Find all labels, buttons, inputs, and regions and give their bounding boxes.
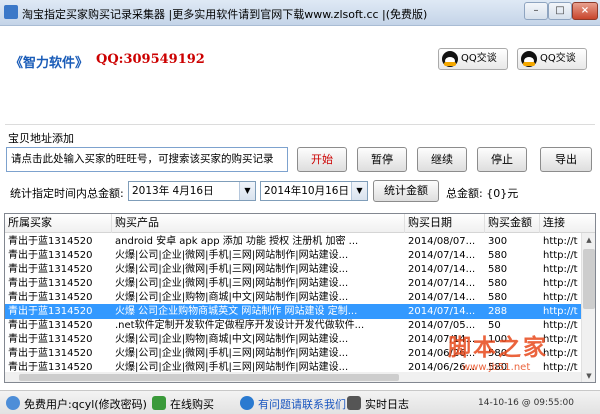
table-cell: 青出于蓝1314520	[8, 250, 93, 261]
realtime-log-link[interactable]: 实时日志	[365, 396, 409, 412]
table-cell: 火爆|公司|企业|购物|商城|中文|网站制作|网站建设...	[115, 334, 349, 345]
buyer-id-input[interactable]: 请点击此处输入买家的旺旺号，可搜索该买家的购买记录	[6, 147, 288, 172]
status-user[interactable]: 免费用户:qcyl(修改密码)	[24, 396, 147, 412]
table-cell: http://t	[543, 250, 578, 261]
start-button[interactable]: 开始	[297, 147, 347, 172]
date-from-picker[interactable]: 2013年 4月16日 ▼	[128, 181, 256, 201]
table-cell: http://t	[543, 292, 578, 303]
minimize-button[interactable]: –	[524, 2, 548, 20]
table-cell: http://t	[543, 236, 578, 247]
total-amount: 总金额: {0}元	[446, 187, 519, 200]
table-cell: 2014/07/14...	[408, 306, 476, 317]
contact-link[interactable]: 有问题请联系我们	[258, 396, 346, 412]
help-icon	[240, 396, 254, 410]
table-row[interactable]: 青出于蓝1314520 火爆 公司企业购物商城英文 网站制作 网站建设 定制...…	[5, 304, 581, 319]
table-cell: .net软件定制开发软件定做程序开发设计开发代做软件...	[115, 320, 365, 331]
qq-chat-label-2: QQ交谈	[540, 53, 576, 64]
cart-icon	[152, 396, 166, 410]
table-cell: 火爆|公司|企业|微网|手机|三网|网站制作|网站建设...	[115, 264, 349, 275]
close-button[interactable]: ×	[572, 2, 598, 20]
table-cell: 青出于蓝1314520	[8, 334, 93, 345]
table-cell: 青出于蓝1314520	[8, 292, 93, 303]
table-cell: 580	[488, 278, 508, 289]
vertical-scrollbar[interactable]: ▲ ▼	[581, 233, 595, 382]
table-cell: 青出于蓝1314520	[8, 348, 93, 359]
table-cell: 2014/07/14...	[408, 278, 476, 289]
title-bar: 淘宝指定买家购买记录采集器 |更多实用软件请到官网下载www.zlsoft.cc…	[0, 0, 600, 26]
table-row[interactable]: 青出于蓝1314520 火爆|公司|企业|微网|手机|三网|网站制作|网站建设..…	[5, 276, 581, 291]
window-title: 淘宝指定买家购买记录采集器 |更多实用软件请到官网下载www.zlsoft.cc…	[22, 8, 428, 21]
stop-button[interactable]: 停止	[477, 147, 527, 172]
date-to-picker[interactable]: 2014年10月16日 ▼	[260, 181, 368, 201]
date-from-value: 2013年 4月16日	[132, 185, 214, 197]
scroll-up-icon[interactable]: ▲	[582, 233, 595, 247]
table-cell: 火爆|公司|企业|微网|手机|三网|网站制作|网站建设...	[115, 250, 349, 261]
chevron-down-icon[interactable]: ▼	[351, 182, 367, 200]
table-row[interactable]: 青出于蓝1314520 火爆|公司|企业|微网|手机|三网|网站制作|网站建设..…	[5, 262, 581, 277]
table-cell: http://t	[543, 264, 578, 275]
export-button[interactable]: 导出	[540, 147, 592, 172]
qq-chat-label-1: QQ交谈	[461, 53, 497, 64]
column-header-amount[interactable]: 购买金额	[485, 214, 540, 233]
column-header-buyer[interactable]: 所属买家	[5, 214, 112, 233]
buy-online-link[interactable]: 在线购买	[170, 396, 214, 412]
table-cell: 2014/08/07...	[408, 236, 476, 247]
table-cell: 2014/07/14...	[408, 250, 476, 261]
table-cell: 580	[488, 292, 508, 303]
qq-chat-button-1[interactable]: QQ交谈	[438, 48, 508, 70]
table-cell: 青出于蓝1314520	[8, 236, 93, 247]
date-to-value: 2014年10月16日	[264, 185, 349, 197]
table-cell: 火爆|公司|企业|微网|手机|三网|网站制作|网站建设...	[115, 278, 349, 289]
maximize-button[interactable]: □	[548, 2, 572, 20]
table-cell: 青出于蓝1314520	[8, 278, 93, 289]
user-icon	[6, 396, 20, 410]
calc-total-button[interactable]: 统计金额	[373, 180, 439, 202]
status-time: 14-10-16 @ 09:55:00	[478, 398, 574, 408]
range-label: 统计指定时间内总金额:	[10, 187, 124, 200]
hscroll-thumb[interactable]	[19, 374, 399, 381]
table-cell: http://t	[543, 278, 578, 289]
column-header-product[interactable]: 购买产品	[112, 214, 405, 233]
table-cell: 580	[488, 250, 508, 261]
chevron-down-icon[interactable]: ▼	[239, 182, 255, 200]
scroll-down-icon[interactable]: ▼	[582, 369, 595, 382]
log-icon	[347, 396, 361, 410]
qq-penguin-icon	[442, 51, 458, 67]
table-cell: 青出于蓝1314520	[8, 264, 93, 275]
table-cell: 580	[488, 264, 508, 275]
table-cell: http://t	[543, 306, 578, 317]
watermark-logo: 脚本之家	[448, 334, 548, 361]
table-header: 所属买家 购买产品 购买日期 购买金额 连接	[5, 214, 595, 233]
table-cell: 288	[488, 306, 508, 317]
table-cell: android 安卓 apk app 添加 功能 授权 注册机 加密 ...	[115, 236, 359, 247]
table-row[interactable]: 青出于蓝1314520 android 安卓 apk app 添加 功能 授权 注…	[5, 234, 581, 249]
status-bar: 免费用户:qcyl(修改密码) 在线购买 有问题请联系我们 实时日志 14-10…	[0, 390, 600, 414]
watermark-url: www.jb51.net	[462, 362, 531, 373]
table-cell: 火爆 公司企业购物商城英文 网站制作 网站建设 定制...	[115, 306, 358, 317]
qq-penguin-icon	[521, 51, 537, 67]
continue-button[interactable]: 继续	[417, 147, 467, 172]
table-cell: 2014/07/14...	[408, 264, 476, 275]
column-header-date[interactable]: 购买日期	[405, 214, 485, 233]
table-cell: 火爆|公司|企业|购物|商城|中文|网站制作|网站建设...	[115, 292, 349, 303]
table-cell: 青出于蓝1314520	[8, 320, 93, 331]
section-label: 宝贝地址添加	[8, 132, 74, 145]
table-row[interactable]: 青出于蓝1314520 火爆|公司|企业|购物|商城|中文|网站制作|网站建设..…	[5, 290, 581, 305]
scroll-thumb[interactable]	[583, 249, 595, 309]
qq-number: QQ:309549192	[96, 52, 205, 67]
table-cell: 火爆|公司|企业|微网|手机|三网|网站制作|网站建设...	[115, 348, 349, 359]
table-cell: 300	[488, 236, 508, 247]
table-row[interactable]: 青出于蓝1314520 火爆|公司|企业|微网|手机|三网|网站制作|网站建设..…	[5, 248, 581, 263]
column-header-link[interactable]: 连接	[540, 214, 595, 233]
divider	[5, 124, 595, 125]
horizontal-scrollbar[interactable]	[5, 372, 581, 382]
pause-button[interactable]: 暂停	[357, 147, 407, 172]
table-cell: 2014/07/14...	[408, 292, 476, 303]
qq-chat-button-2[interactable]: QQ交谈	[517, 48, 587, 70]
brand-name: 《智力软件》	[10, 56, 89, 71]
app-icon	[4, 5, 18, 19]
table-cell: 青出于蓝1314520	[8, 306, 93, 317]
